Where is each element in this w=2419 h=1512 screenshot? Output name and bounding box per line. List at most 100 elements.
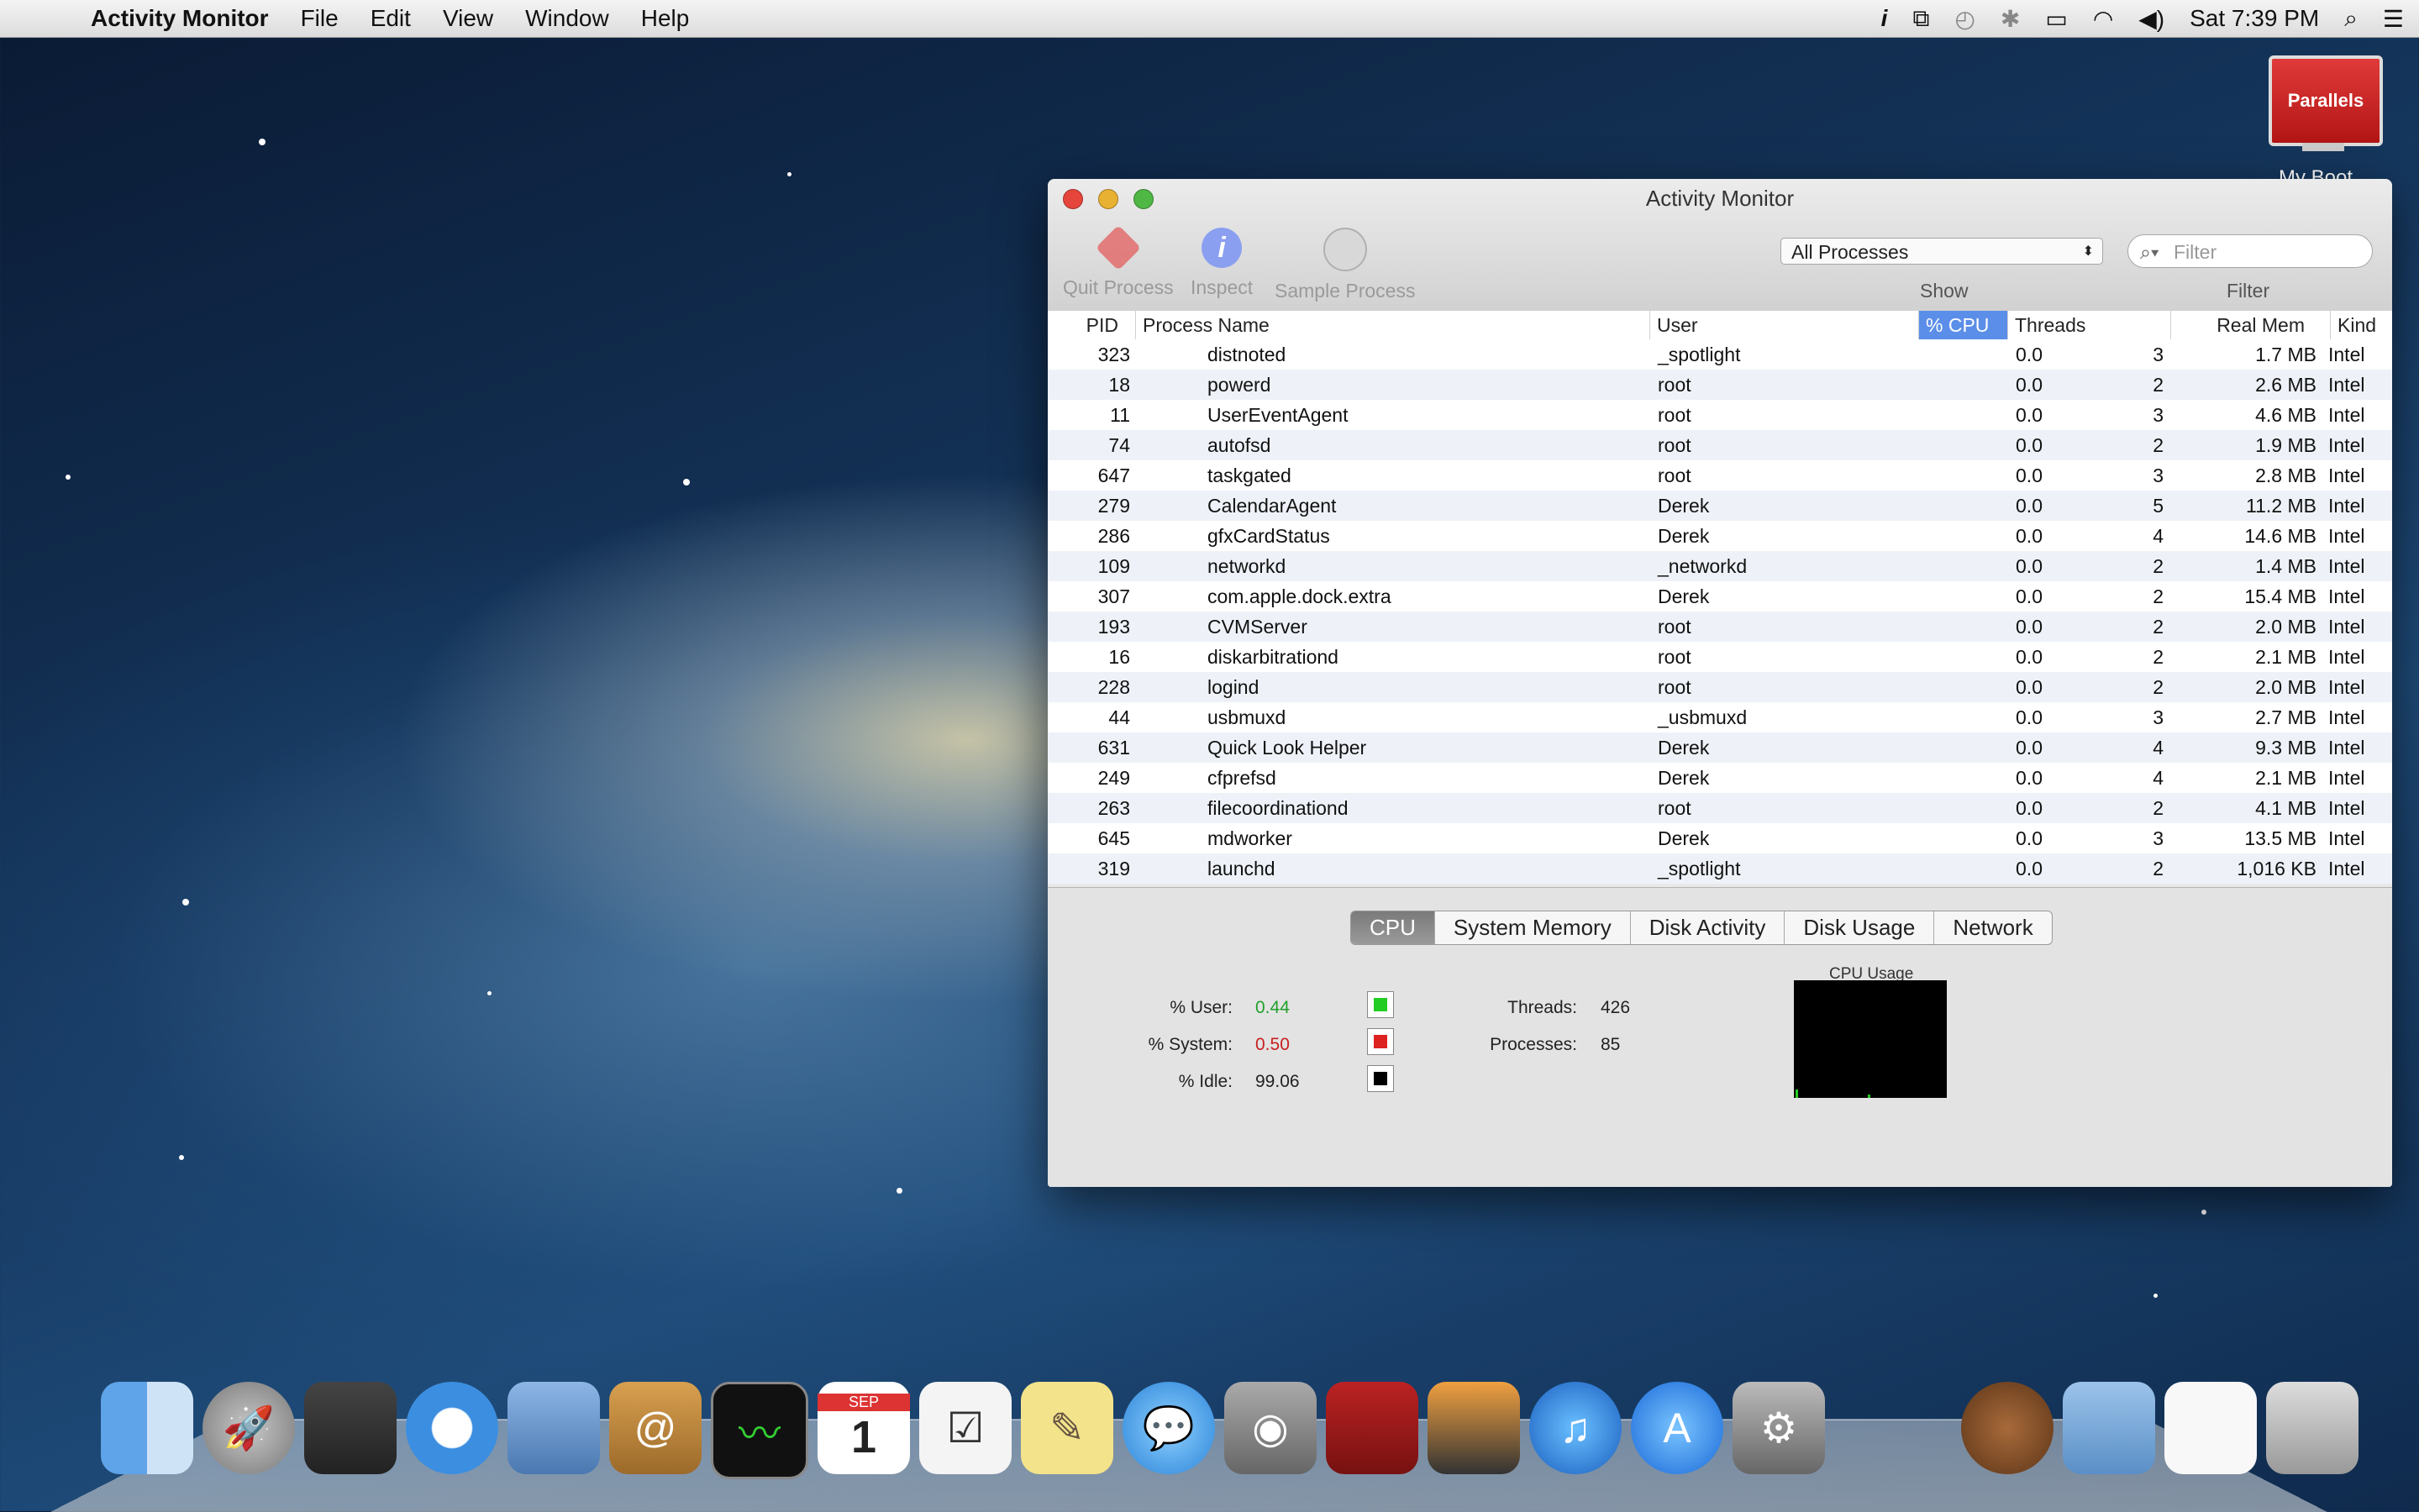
table-row[interactable]: 263 filecoordinationd root 0.0 2 4.1 MB Intel … <box>1048 793 2392 823</box>
cell-cpu: 0.0 <box>1922 702 2043 732</box>
inspect-label: Inspect <box>1191 276 1253 299</box>
column-pid[interactable]: PID <box>1048 311 1135 339</box>
cell-pid: 323 <box>1048 339 1130 370</box>
reminders-icon[interactable]: ☑ <box>919 1382 1012 1474</box>
contacts-icon[interactable]: @ <box>609 1382 702 1474</box>
tab-system-memory[interactable]: System Memory <box>1434 911 1630 944</box>
table-row[interactable]: 44usbmuxd_usbmuxd0.032.7 MBIntel (64 bit… <box>1048 702 2392 732</box>
menu-clock[interactable]: Sat 7:39 PM <box>2190 5 2319 32</box>
cell-process-name: filecoordinationd <box>1207 793 1349 823</box>
parallels-desktop-icon[interactable]: Parallels <box>2269 55 2383 146</box>
cell-pid: 11 <box>1048 400 1130 430</box>
table-row[interactable]: 109networkd_networkd0.021.4 MBIntel (64 … <box>1048 551 2392 581</box>
table-row[interactable]: 631 Quick Look Helper Derek 0.0 4 9.3 MB Intel… <box>1048 732 2392 763</box>
cell-cpu: 0.0 <box>1922 491 2043 521</box>
cell-cpu: 0.0 <box>1922 430 2043 460</box>
volume-icon[interactable]: ◀) <box>2138 5 2164 33</box>
menu-extras: i ⧉ ◴ ✱ ▭ ◠ ◀) Sat 7:39 PM ⌕ ☰ <box>1856 0 2404 37</box>
cell-threads: 5 <box>2048 491 2164 521</box>
quit-process-button[interactable]: Quit Process <box>1063 228 1174 299</box>
tab-disk-activity[interactable]: Disk Activity <box>1630 911 1785 944</box>
calendar-icon[interactable]: SEP 1 <box>818 1382 910 1474</box>
menu-file[interactable]: File <box>301 5 339 32</box>
gfx-switch-icon[interactable]: ⧉ <box>1912 5 1929 33</box>
cell-real-mem: 1.9 MB <box>2165 430 2316 460</box>
system-color-well[interactable] <box>1367 1028 1394 1055</box>
bluetooth-icon[interactable]: ✱ <box>2001 5 2020 33</box>
table-row[interactable]: 11UserEventAgentroot0.034.6 MBIntel (64 … <box>1048 400 2392 430</box>
table-row[interactable]: 307 com.apple.dock.extra Derek 0.0 2 15.4 MB I… <box>1048 581 2392 612</box>
trash-icon[interactable] <box>2266 1382 2359 1474</box>
column-real-mem[interactable]: Real Mem <box>2170 311 2330 339</box>
cell-threads: 2 <box>2048 793 2164 823</box>
itunes-icon[interactable]: ♫ <box>1529 1382 1622 1474</box>
table-row[interactable]: 319launchd_spotlight0.021,016 KBIntel (6… <box>1048 853 2392 884</box>
star <box>2201 1210 2206 1215</box>
iphoto-icon[interactable] <box>1428 1382 1520 1474</box>
column-user[interactable]: User <box>1649 311 1918 339</box>
folder-icon[interactable] <box>2063 1382 2155 1474</box>
tab-cpu[interactable]: CPU <box>1351 911 1434 944</box>
menu-app-name[interactable]: Activity Monitor <box>91 5 269 32</box>
inspect-button[interactable]: i Inspect <box>1191 228 1253 299</box>
menu-help[interactable]: Help <box>641 5 690 32</box>
launchpad-icon[interactable]: 🚀 <box>202 1382 295 1474</box>
table-row[interactable]: 286gfxCardStatusDerek0.0414.6 MBIntel (6… <box>1048 521 2392 551</box>
cell-user: root <box>1658 612 1691 642</box>
time-machine-icon[interactable]: ◴ <box>1954 5 1975 33</box>
spotlight-search-icon[interactable]: ⌕ <box>2344 5 2358 33</box>
menu-window[interactable]: Window <box>525 5 609 32</box>
mail-icon[interactable] <box>507 1382 600 1474</box>
cell-threads: 4 <box>2048 521 2164 551</box>
photo-booth-icon[interactable] <box>1326 1382 1418 1474</box>
column-process-name[interactable]: Process Name <box>1135 311 1658 339</box>
cell-threads: 3 <box>2048 823 2164 853</box>
battery-icon[interactable]: ▭ <box>2045 5 2067 33</box>
photo-booth-icon[interactable] <box>304 1382 397 1474</box>
column-threads[interactable]: Threads <box>2007 311 2170 339</box>
table-row[interactable]: 74autofsdroot0.021.9 MBIntel (64 bit) <box>1048 430 2392 460</box>
notes-icon[interactable]: ✎ <box>1021 1382 1113 1474</box>
table-row[interactable]: 323distnoted_spotlight0.031.7 MBIntel (6… <box>1048 339 2392 370</box>
tab-disk-usage[interactable]: Disk Usage <box>1784 911 1933 944</box>
menu-edit[interactable]: Edit <box>371 5 411 32</box>
column-cpu[interactable]: % CPU ▼ <box>1918 311 2007 339</box>
table-row[interactable]: 249cfprefsdDerek0.042.1 MBIntel (64 bit) <box>1048 763 2392 793</box>
cell-process-name: cfprefsd <box>1207 763 1276 793</box>
user-color-well[interactable] <box>1367 991 1394 1018</box>
notification-center-icon[interactable]: ☰ <box>2383 5 2404 33</box>
activity-monitor-icon[interactable]: 〰 <box>711 1382 808 1479</box>
column-kind[interactable]: Kind <box>2330 311 2392 339</box>
table-row[interactable]: 16diskarbitrationdroot0.022.1 MBIntel (6… <box>1048 642 2392 672</box>
messages-icon[interactable]: 💬 <box>1123 1382 1215 1474</box>
documents-icon[interactable] <box>2164 1382 2257 1474</box>
table-row[interactable]: 647taskgatedroot0.032.8 MBIntel (64 bit) <box>1048 460 2392 491</box>
info-icon[interactable]: i <box>1881 5 1888 32</box>
tab-network[interactable]: Network <box>1933 911 2051 944</box>
cell-threads: 3 <box>2048 702 2164 732</box>
safari-icon[interactable] <box>406 1382 498 1474</box>
coconut-battery-icon[interactable] <box>1961 1382 2054 1474</box>
facetime-icon[interactable]: ◉ <box>1224 1382 1317 1474</box>
table-row[interactable]: 645mdworkerDerek0.0313.5 MBIntel (64 bit… <box>1048 823 2392 853</box>
table-row[interactable]: 18powerdroot0.022.6 MBIntel (64 bit) <box>1048 370 2392 400</box>
table-row[interactable]: 193CVMServerroot0.022.0 MBIntel (64 bit) <box>1048 612 2392 642</box>
sample-process-button[interactable]: Sample Process <box>1275 228 1415 302</box>
app-store-icon[interactable]: A <box>1631 1382 1723 1474</box>
table-row[interactable]: 279CalendarAgentDerek0.0511.2 MBIntel (6… <box>1048 491 2392 521</box>
wifi-icon[interactable]: ◠ <box>2093 5 2113 33</box>
cell-user: root <box>1658 430 1691 460</box>
cell-cpu: 0.0 <box>1922 551 2043 581</box>
filter-search-field[interactable]: ⌕▾ Filter <box>2127 234 2373 268</box>
stats-tabs: CPU System Memory Disk Activity Disk Usa… <box>1350 911 2053 945</box>
menu-view[interactable]: View <box>443 5 493 32</box>
info-icon: i <box>1202 228 1242 268</box>
cell-process-name: distnoted <box>1207 339 1286 370</box>
finder-icon[interactable] <box>101 1382 193 1474</box>
idle-color-well[interactable] <box>1367 1065 1394 1092</box>
process-filter-select[interactable]: All Processes ⬍ <box>1780 238 2103 265</box>
cell-user: root <box>1658 793 1691 823</box>
system-preferences-icon[interactable]: ⚙ <box>1733 1382 1825 1474</box>
cell-user: _usbmuxd <box>1658 702 1747 732</box>
table-row[interactable]: 228logindroot0.022.0 MBIntel (64 bit) <box>1048 672 2392 702</box>
